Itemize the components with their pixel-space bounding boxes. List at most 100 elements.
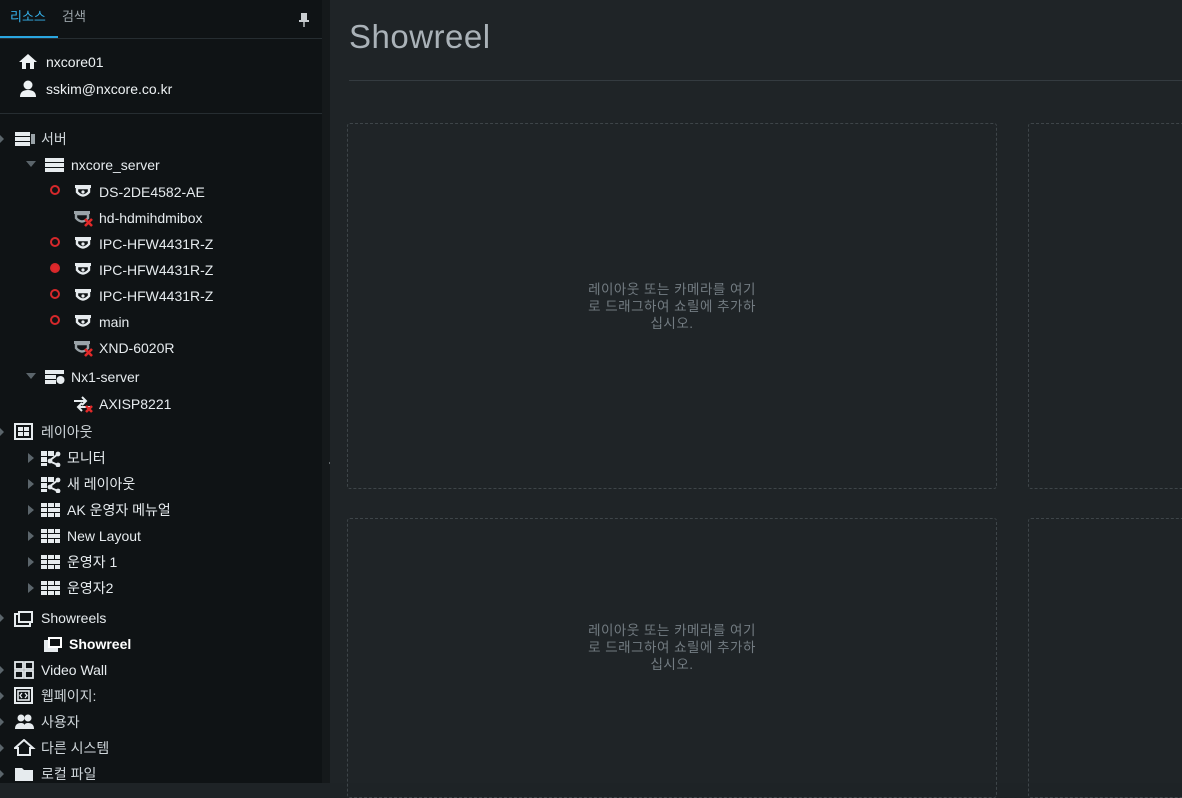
tree-showreel-item[interactable]: Showreel xyxy=(42,632,131,656)
camera-label: main xyxy=(99,314,130,330)
server2-expander[interactable] xyxy=(26,373,36,379)
layout-expander[interactable] xyxy=(28,479,34,489)
tree-servers[interactable]: 서버 xyxy=(14,127,67,151)
resource-panel: 리소스 검색 nxcore01 sskim@nxcore.co.kr 서버 nx… xyxy=(0,0,322,783)
layout-expander[interactable] xyxy=(28,505,34,515)
tree-webpages[interactable]: 웹페이지: xyxy=(14,684,96,708)
device-label: AXISP8221 xyxy=(99,396,172,412)
tree-camera[interactable]: DS-2DE4582-AE xyxy=(72,180,205,204)
tree-users[interactable]: 사용자 xyxy=(14,710,80,734)
current-user: sskim@nxcore.co.kr xyxy=(46,81,173,97)
layout-grid-icon xyxy=(40,527,62,545)
camera-label: hd-hdmihdmibox xyxy=(99,210,203,226)
camera-icon xyxy=(72,313,94,331)
tree-layouts[interactable]: 레이아웃 xyxy=(14,420,93,444)
home-icon xyxy=(19,54,37,69)
layouts-expander[interactable] xyxy=(0,428,4,436)
videowall-label: Video Wall xyxy=(41,662,108,678)
users-expander[interactable] xyxy=(0,718,4,726)
tree-camera[interactable]: IPC-HFW4431R-Z xyxy=(72,258,213,282)
tree-videowall[interactable]: Video Wall xyxy=(14,658,107,682)
drop-hint: 레이아웃 또는 카메라를 여기로 드래그하여 쇼릴에 추가하십시오. xyxy=(588,622,756,672)
recording-status-dot xyxy=(50,237,60,247)
io-module-icon xyxy=(72,395,94,413)
system-divider xyxy=(0,113,322,114)
showreels-expander[interactable] xyxy=(0,614,4,622)
layout-label: 운영자 1 xyxy=(67,554,118,570)
showreel-label: Showreel xyxy=(69,636,132,652)
users-label: 사용자 xyxy=(41,714,80,730)
tree-device[interactable]: AXISP8221 xyxy=(72,392,171,416)
recording-status-dot xyxy=(50,263,60,273)
tree-layout-item[interactable]: New Layout xyxy=(40,524,141,548)
tab-resources[interactable]: 리소스 xyxy=(10,6,46,25)
layout-label: 새 레이아웃 xyxy=(67,476,136,492)
showreels-icon xyxy=(14,609,36,627)
current-user-row[interactable]: sskim@nxcore.co.kr xyxy=(18,80,172,98)
folder-icon xyxy=(14,765,36,783)
server-icon xyxy=(44,156,66,174)
panel-splitter[interactable] xyxy=(322,0,330,783)
layout-expander[interactable] xyxy=(28,531,34,541)
camera-label: IPC-HFW4431R-Z xyxy=(99,236,214,252)
tree-camera[interactable]: hd-hdmihdmibox xyxy=(72,206,203,230)
users-icon xyxy=(14,713,36,731)
tree-layout-item[interactable]: 모니터 xyxy=(40,446,106,470)
layout-grid-icon xyxy=(40,501,62,519)
webpages-label: 웹페이지: xyxy=(41,688,97,704)
user-icon xyxy=(20,80,36,97)
server1-expander[interactable] xyxy=(26,161,36,167)
tree-layout-item[interactable]: 운영자2 xyxy=(40,576,113,600)
pin-icon[interactable] xyxy=(298,12,310,28)
server-label: nxcore_server xyxy=(71,157,160,173)
recording-status-dot xyxy=(50,289,60,299)
showreels-label: Showreels xyxy=(41,610,107,626)
panel-tabbar: 리소스 검색 xyxy=(0,0,322,38)
showreel-drop-slot[interactable] xyxy=(1028,123,1182,489)
tree-server-nxcore[interactable]: nxcore_server xyxy=(44,153,160,177)
shared-layout-icon xyxy=(40,449,62,467)
webpage-icon xyxy=(14,687,36,705)
drop-hint: 레이아웃 또는 카메라를 여기로 드래그하여 쇼릴에 추가하십시오. xyxy=(588,281,756,331)
tree-layout-item[interactable]: 운영자 1 xyxy=(40,550,117,574)
showreel-drop-slot[interactable]: 레이아웃 또는 카메라를 여기로 드래그하여 쇼릴에 추가하십시오. xyxy=(347,123,997,489)
camera-icon xyxy=(72,183,94,201)
layouts-label: 레이아웃 xyxy=(41,424,93,440)
webpages-expander[interactable] xyxy=(0,692,4,700)
layout-expander[interactable] xyxy=(28,583,34,593)
tree-layout-item[interactable]: AK 운영자 메뉴얼 xyxy=(40,498,171,522)
camera-icon xyxy=(72,287,94,305)
recording-status-dot xyxy=(50,185,60,195)
system-name-row[interactable]: nxcore01 xyxy=(18,53,104,71)
tree-showreels[interactable]: Showreels xyxy=(14,606,106,630)
tree-camera[interactable]: main xyxy=(72,310,129,334)
tree-local-files[interactable]: 로컬 파일 xyxy=(14,762,96,783)
tree-camera[interactable]: IPC-HFW4431R-Z xyxy=(72,284,213,308)
servers-expander[interactable] xyxy=(0,135,4,143)
tab-search[interactable]: 검색 xyxy=(62,6,86,25)
layout-expander[interactable] xyxy=(28,453,34,463)
showreel-drop-slot[interactable]: 레이아웃 또는 카메라를 여기로 드래그하여 쇼릴에 추가하십시오. xyxy=(347,518,997,798)
offline-camera-icon xyxy=(72,339,94,357)
tree-layout-item[interactable]: 새 레이아웃 xyxy=(40,472,135,496)
layout-label: 운영자2 xyxy=(67,580,114,596)
other-systems-expander[interactable] xyxy=(0,744,4,752)
tree-server-nx1[interactable]: Nx1-server xyxy=(44,365,139,389)
tree-other-systems[interactable]: 다른 시스템 xyxy=(14,736,109,760)
tree-camera[interactable]: XND-6020R xyxy=(72,336,174,360)
shared-layout-icon xyxy=(40,475,62,493)
server-label: Nx1-server xyxy=(71,369,140,385)
layout-label: 모니터 xyxy=(67,450,106,466)
videowall-expander[interactable] xyxy=(0,666,4,674)
tree-camera[interactable]: IPC-HFW4431R-Z xyxy=(72,232,213,256)
camera-label: IPC-HFW4431R-Z xyxy=(99,262,214,278)
layout-expander[interactable] xyxy=(28,557,34,567)
videowall-icon xyxy=(14,661,36,679)
camera-label: XND-6020R xyxy=(99,340,175,356)
showreel-editor: Showreel 레이아웃 또는 카메라를 여기로 드래그하여 쇼릴에 추가하십… xyxy=(330,0,1182,798)
showreel-drop-slot[interactable] xyxy=(1028,518,1182,798)
recording-status-dot xyxy=(50,315,60,325)
local-files-expander[interactable] xyxy=(0,770,4,778)
camera-label: IPC-HFW4431R-Z xyxy=(99,288,214,304)
camera-icon xyxy=(72,235,94,253)
